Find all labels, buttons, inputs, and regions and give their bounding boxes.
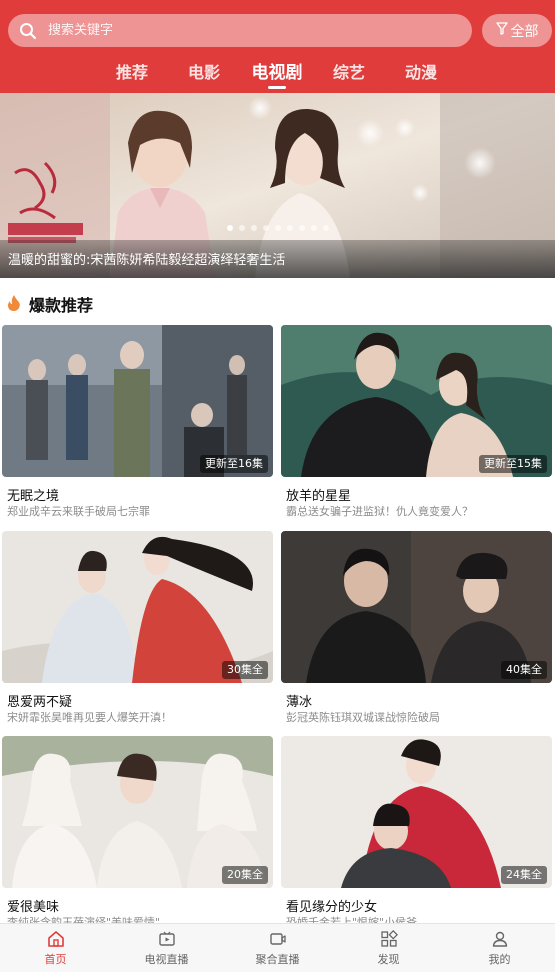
banner-pagination — [0, 225, 555, 231]
profile-icon — [491, 930, 509, 948]
search-input[interactable] — [48, 23, 472, 38]
pagination-dot[interactable] — [286, 225, 293, 231]
tab-label: 动漫 — [404, 63, 437, 82]
episode-badge: 30集全 — [222, 661, 268, 679]
tab-movies[interactable]: 电影 — [182, 58, 226, 93]
show-card[interactable]: 更新至16集 无眠之境 郑业成辛云来联手破局七宗罪 — [2, 325, 273, 520]
nav-label: 电视直播 — [144, 952, 189, 966]
pagination-dot[interactable] — [274, 225, 281, 231]
live-stream-icon — [269, 930, 287, 948]
app-root: 全部 推荐 电影 电视剧 综艺 动漫 — [0, 0, 555, 972]
episode-badge: 更新至16集 — [200, 455, 268, 473]
nav-label: 发现 — [377, 952, 400, 966]
show-card[interactable]: 更新至15集 放羊的星星 霸总送女骗子进监狱！仇人竟变爱人？ — [281, 325, 552, 520]
filter-button[interactable]: 全部 — [482, 14, 552, 47]
tab-label: 电视剧 — [251, 63, 303, 83]
nav-profile[interactable]: 我的 — [444, 924, 555, 972]
show-poster[interactable]: 更新至15集 — [281, 325, 552, 477]
section-title: 爆款推荐 — [29, 296, 94, 315]
pagination-dot[interactable] — [226, 225, 233, 231]
tab-label: 电影 — [187, 63, 220, 82]
episode-badge: 更新至15集 — [479, 455, 547, 473]
tab-label: 综艺 — [332, 63, 365, 82]
tab-label: 推荐 — [115, 63, 148, 82]
show-description: 郑业成辛云来联手破局七宗罪 — [7, 505, 150, 518]
show-poster[interactable]: 30集全 — [2, 531, 273, 683]
filter-label: 全部 — [510, 23, 539, 40]
active-tab-indicator — [268, 86, 286, 89]
show-description: 彭冠英陈钰琪双城谍战惊险破局 — [286, 711, 440, 724]
pagination-dot[interactable] — [250, 225, 257, 231]
pagination-dot[interactable] — [310, 225, 317, 231]
search-icon[interactable] — [8, 14, 48, 47]
tab-tv-series[interactable]: 电视剧 — [248, 58, 306, 93]
pagination-dot[interactable] — [322, 225, 329, 231]
show-description: 宋妍霏张昊唯再见要人爆笑开滇！ — [7, 711, 172, 724]
tv-live-icon — [158, 930, 176, 948]
show-title[interactable]: 薄冰 — [286, 691, 312, 710]
nav-tv-live[interactable]: 电视直播 — [111, 924, 222, 972]
episode-badge: 20集全 — [222, 866, 268, 884]
nav-live-stream[interactable]: 聚合直播 — [222, 924, 333, 972]
pagination-dot[interactable] — [298, 225, 305, 231]
show-title[interactable]: 放羊的星星 — [286, 485, 351, 504]
show-poster[interactable]: 20集全 — [2, 736, 273, 888]
episode-badge: 24集全 — [501, 866, 547, 884]
search-bar[interactable] — [8, 14, 472, 47]
show-card[interactable]: 24集全 看见缘分的少女 恐婚千金若上"恨嫁"小侯爷 — [281, 736, 552, 931]
top-header: 全部 推荐 电影 电视剧 综艺 动漫 — [0, 0, 555, 93]
show-description: 霸总送女骗子进监狱！仇人竟变爱人？ — [286, 505, 473, 518]
show-title[interactable]: 爱很美味 — [7, 896, 59, 915]
pagination-dot[interactable] — [238, 225, 245, 231]
nav-label: 我的 — [488, 952, 511, 966]
show-title[interactable]: 恩爱两不疑 — [7, 691, 72, 710]
show-poster[interactable]: 24集全 — [281, 736, 552, 888]
show-poster[interactable]: 更新至16集 — [2, 325, 273, 477]
nav-discover[interactable]: 发现 — [333, 924, 444, 972]
show-title[interactable]: 无眠之境 — [7, 485, 59, 504]
episode-badge: 40集全 — [501, 661, 547, 679]
banner-caption: 温暖的甜蜜的:宋茜陈妍希陆毅经超演绎轻奢生活 — [8, 253, 286, 268]
show-card[interactable]: 30集全 恩爱两不疑 宋妍霏张昊唯再见要人爆笑开滇！ — [2, 531, 273, 726]
tab-recommend[interactable]: 推荐 — [110, 58, 154, 93]
tab-anime[interactable]: 动漫 — [399, 58, 443, 93]
pagination-dot[interactable] — [262, 225, 269, 231]
fire-icon — [7, 294, 21, 315]
filter-icon — [495, 22, 508, 39]
show-poster[interactable]: 40集全 — [281, 531, 552, 683]
tab-variety[interactable]: 综艺 — [327, 58, 371, 93]
hero-banner[interactable]: 温暖的甜蜜的:宋茜陈妍希陆毅经超演绎轻奢生活 — [0, 93, 555, 278]
show-card[interactable]: 20集全 爱很美味 李纯张含韵王蓓演绎"美味爱情" — [2, 736, 273, 931]
nav-label: 聚合直播 — [255, 952, 300, 966]
show-title[interactable]: 看见缘分的少女 — [286, 896, 377, 915]
show-card[interactable]: 40集全 薄冰 彭冠英陈钰琪双城谍战惊险破局 — [281, 531, 552, 726]
bottom-navigation: 首页 电视直播 聚合直播 发现 我的 — [0, 923, 555, 972]
nav-home[interactable]: 首页 — [0, 924, 111, 972]
category-tabs: 推荐 电影 电视剧 综艺 动漫 — [0, 58, 555, 93]
home-icon — [47, 930, 65, 948]
section-header: 爆款推荐 — [0, 288, 555, 320]
nav-label: 首页 — [44, 952, 67, 966]
discover-icon — [380, 929, 398, 948]
